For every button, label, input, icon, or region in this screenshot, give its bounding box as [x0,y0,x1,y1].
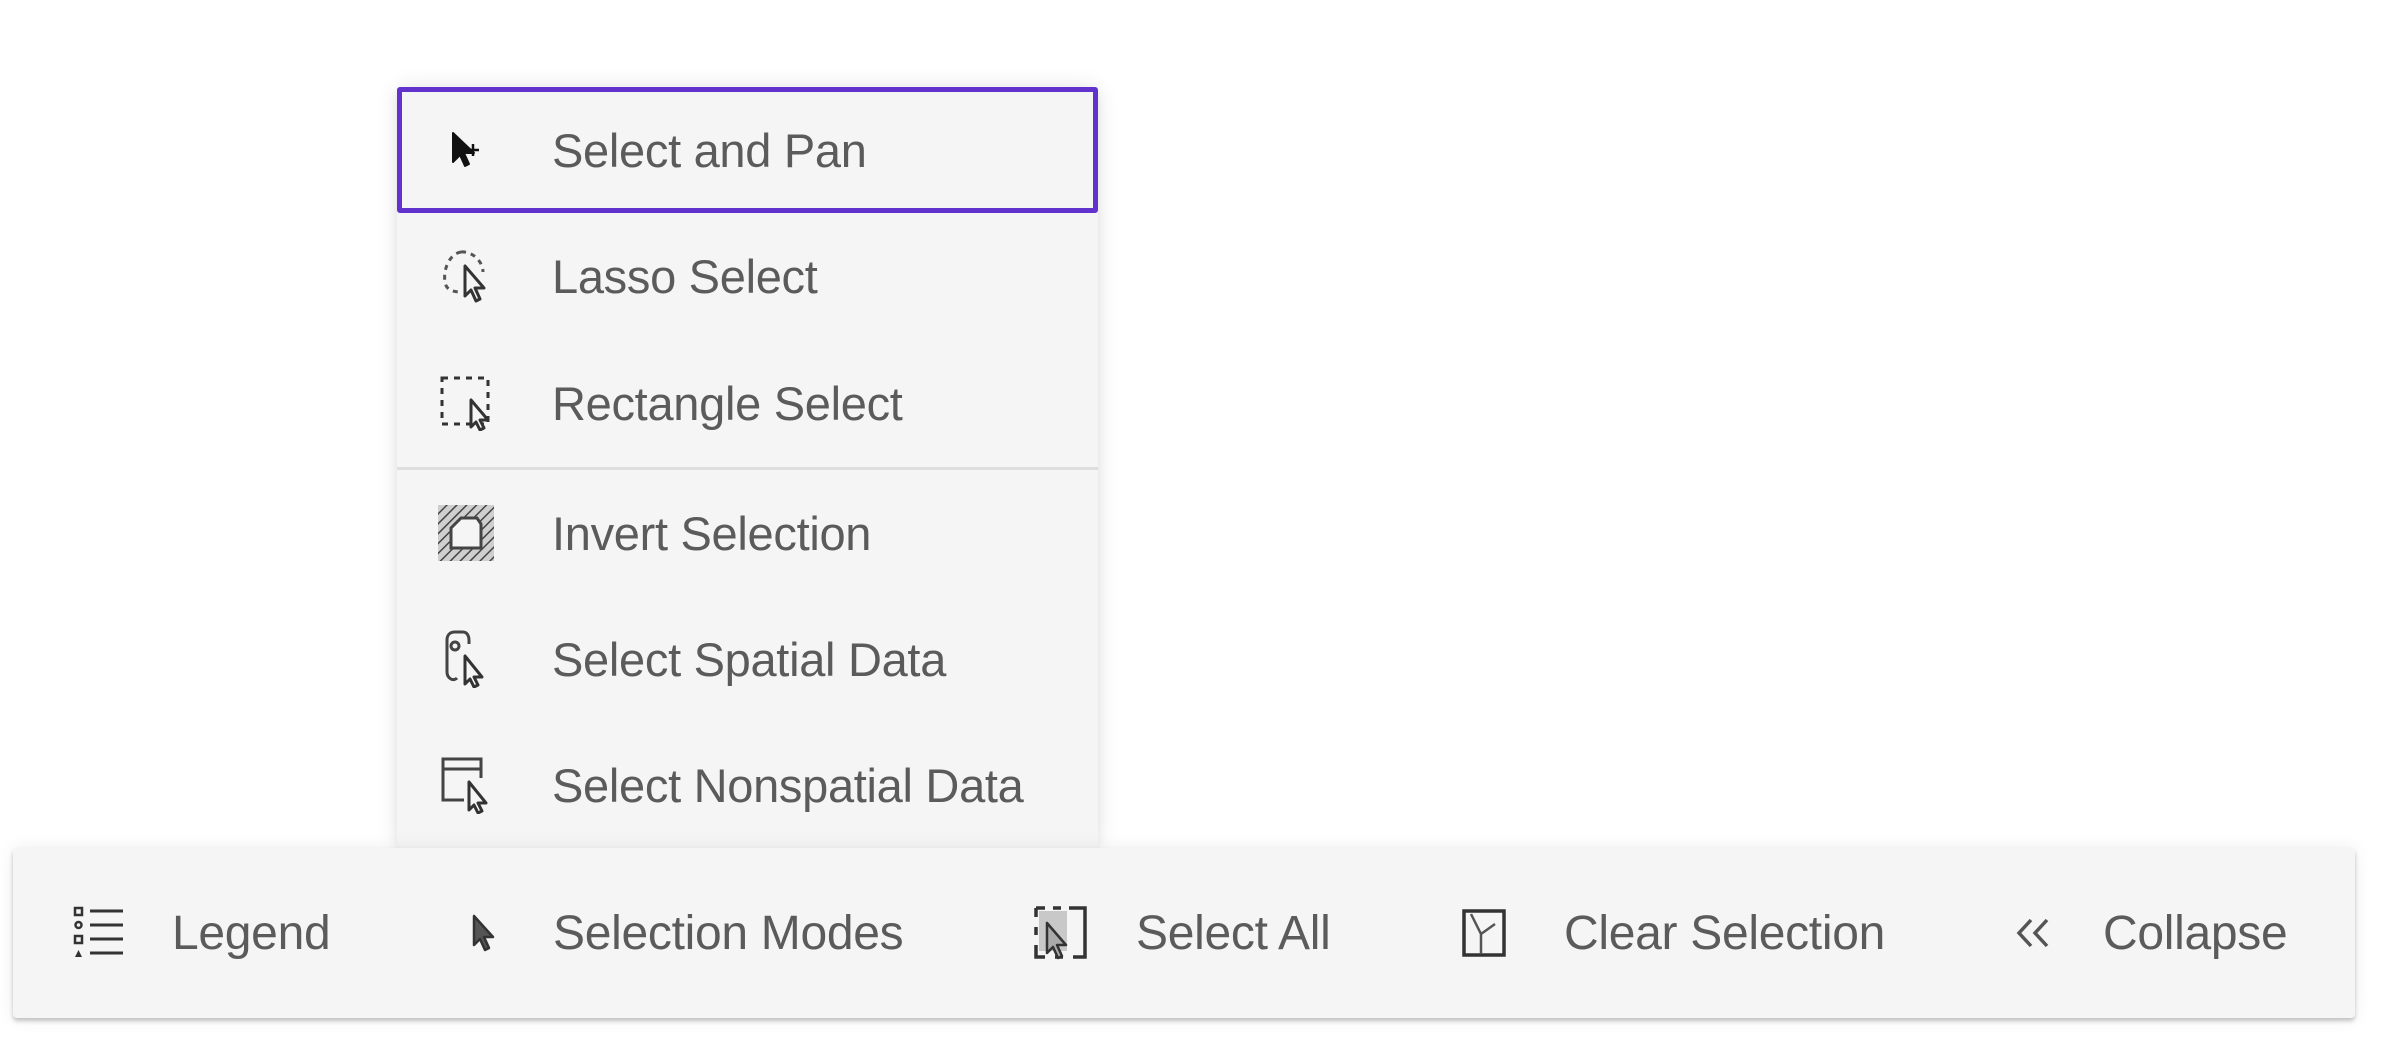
menu-item-select-nonspatial-data[interactable]: Select Nonspatial Data [397,722,1098,848]
legend-label: Legend [172,906,331,960]
menu-item-rectangle-select[interactable]: Rectangle Select [397,340,1098,466]
select-all-label: Select All [1136,906,1331,960]
menu-item-select-spatial-data[interactable]: Select Spatial Data [397,596,1098,722]
legend-button[interactable]: Legend [71,848,331,1018]
select-all-icon [1033,905,1089,961]
menu-item-label: Lasso Select [552,249,818,303]
select-all-button[interactable]: Select All [1033,848,1331,1018]
menu-item-label: Select and Pan [552,123,867,177]
page: Select and Pan Lasso Select Rectangle Se… [0,0,2400,1053]
map-toolbar: Legend Selection Modes Select All Clear … [13,848,2355,1018]
invert-selection-icon [437,504,495,562]
legend-icon [71,905,127,961]
double-chevron-left-icon [2007,905,2063,961]
collapse-button[interactable]: Collapse [2007,848,2288,1018]
cursor-icon [457,905,513,961]
clear-selection-button[interactable]: Clear Selection [1456,848,1885,1018]
collapse-label: Collapse [2103,906,2288,960]
clear-selection-icon [1456,905,1512,961]
rectangle-select-icon [437,374,495,432]
menu-item-invert-selection[interactable]: Invert Selection [397,470,1098,596]
select-spatial-data-icon [437,630,495,688]
menu-item-label: Invert Selection [552,506,872,560]
menu-item-select-and-pan[interactable]: Select and Pan [397,87,1098,213]
menu-item-label: Select Nonspatial Data [552,758,1024,812]
menu-item-label: Select Spatial Data [552,632,947,686]
select-pan-cursor-icon [437,121,495,179]
selection-modes-menu: Select and Pan Lasso Select Rectangle Se… [397,87,1098,848]
menu-item-lasso-select[interactable]: Lasso Select [397,213,1098,339]
select-nonspatial-data-icon [437,756,495,814]
clear-selection-label: Clear Selection [1564,906,1886,960]
selection-modes-button[interactable]: Selection Modes [457,848,904,1018]
lasso-select-icon [437,247,495,305]
menu-item-label: Rectangle Select [552,376,903,430]
selection-modes-label: Selection Modes [553,906,904,960]
